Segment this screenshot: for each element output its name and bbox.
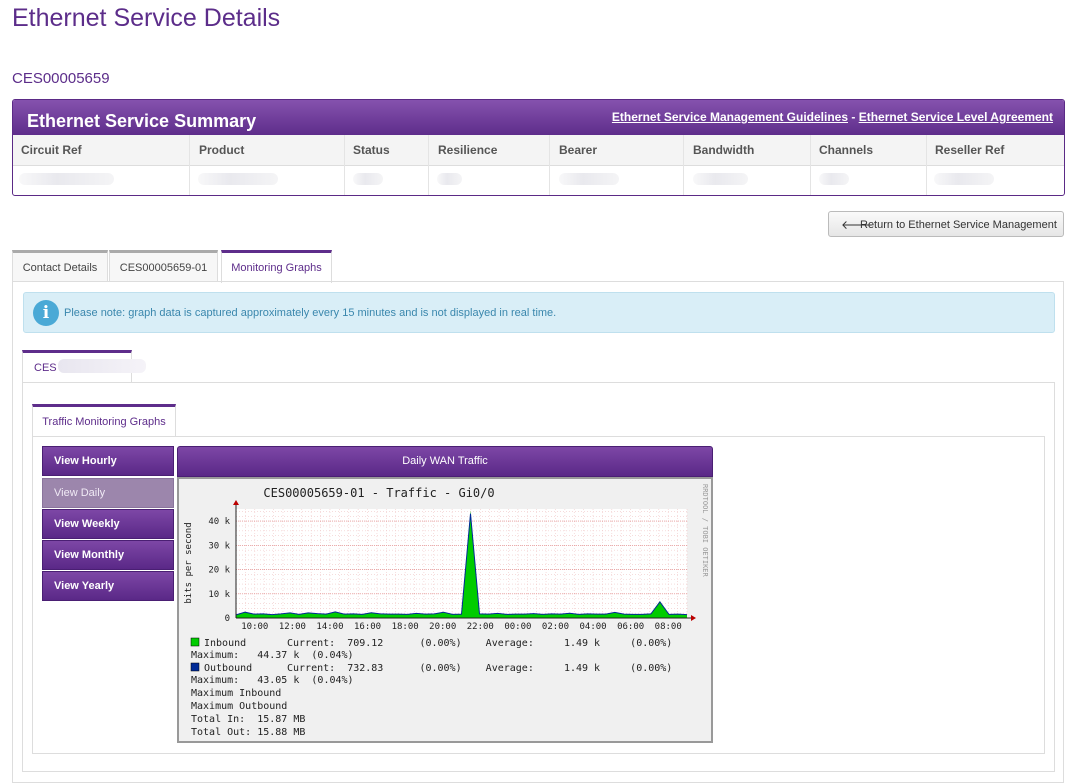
max-inbound-label: Maximum Inbound <box>191 688 281 699</box>
column-header: Channels <box>819 143 874 157</box>
column-header: Reseller Ref <box>935 143 1005 157</box>
outbound-max: Maximum: 43.05 k (0.04%) <box>191 675 354 686</box>
redacted-cell <box>819 173 849 185</box>
column-header: Circuit Ref <box>21 143 82 157</box>
sla-link[interactable]: Ethernet Service Level Agreement <box>859 110 1053 124</box>
tab-monitoring-graphs[interactable]: Monitoring Graphs <box>221 250 332 283</box>
redacted-cell <box>198 173 278 185</box>
outbound-stats: Current: 732.83 (0.00%) Average: 1.49 k … <box>287 663 672 674</box>
column-header: Bearer <box>559 143 598 157</box>
column-header: Status <box>353 143 390 157</box>
inbound-max: Maximum: 44.37 k (0.04%) <box>191 650 354 661</box>
redacted-cell <box>693 173 748 185</box>
graph-header: Daily WAN Traffic <box>177 446 713 477</box>
tab-label: CES00005659-01 <box>119 262 208 274</box>
redacted-label <box>58 359 146 373</box>
column-divider <box>926 135 927 195</box>
service-id: CES00005659 <box>12 70 110 87</box>
y-axis-arrow <box>233 500 239 505</box>
outbound-swatch <box>190 662 200 672</box>
menu-label: View Hourly <box>54 455 117 467</box>
rrdtool-credit: RRDTOOL / TOBI OETIKER <box>701 484 709 578</box>
x-tick-label: 14:00 <box>316 622 343 632</box>
max-outbound-label: Maximum Outbound <box>191 701 287 712</box>
x-axis-arrow <box>691 615 696 621</box>
tab-label: Monitoring Graphs <box>231 262 322 274</box>
notice-text: Please note: graph data is captured appr… <box>64 307 557 319</box>
info-icon: i <box>33 300 59 326</box>
chart-grid <box>235 509 688 618</box>
inbound-stats: Current: 709.12 (0.00%) Average: 1.49 k … <box>287 638 672 649</box>
y-tick-label: 40 k <box>208 517 230 527</box>
inbound-label: Inbound <box>204 638 246 649</box>
graph-header-label: Daily WAN Traffic <box>402 455 488 467</box>
x-tick-label: 00:00 <box>504 622 531 632</box>
column-header: Resilience <box>438 143 498 157</box>
x-tick-label: 04:00 <box>579 622 606 632</box>
x-tick-label: 20:00 <box>429 622 456 632</box>
redacted-cell <box>19 173 114 185</box>
tab-traffic-monitoring[interactable]: Traffic Monitoring Graphs <box>32 404 176 437</box>
summary-links: Ethernet Service Management Guidelines -… <box>612 110 1053 124</box>
redacted-cell <box>934 173 994 185</box>
y-tick-label: 30 k <box>208 541 230 551</box>
view-monthly-button[interactable]: View Monthly <box>42 540 174 570</box>
column-divider <box>344 135 345 195</box>
page-title: Ethernet Service Details <box>12 4 281 32</box>
redacted-cell <box>437 173 462 185</box>
column-divider <box>683 135 684 195</box>
tab-label: Contact Details <box>22 262 98 274</box>
traffic-chart: CES00005659-01 - Traffic - Gi0/0 RRDTOOL… <box>184 484 709 738</box>
y-tick-label: 10 k <box>208 590 230 600</box>
link-separator: - <box>851 110 856 124</box>
x-tick-label: 08:00 <box>655 622 682 632</box>
return-to-management-button[interactable]: 🡐 Return to Ethernet Service Management <box>828 211 1064 237</box>
tab-interface[interactable]: CES <box>22 350 146 383</box>
column-header: Product <box>199 143 245 157</box>
x-tick-label: 12:00 <box>279 622 306 632</box>
y-tick-label: 20 k <box>208 566 230 576</box>
tab-contact-details[interactable]: Contact Details <box>12 250 108 282</box>
x-tick-label: 02:00 <box>542 622 569 632</box>
total-out: Total Out: 15.88 MB <box>191 727 305 738</box>
menu-label: View Monthly <box>54 549 125 561</box>
guidelines-link[interactable]: Ethernet Service Management Guidelines <box>612 110 848 124</box>
column-header: Bandwidth <box>693 143 755 157</box>
tab-label: Traffic Monitoring Graphs <box>42 416 166 428</box>
return-button-label: Return to Ethernet Service Management <box>860 219 1057 231</box>
y-axis-label: bits per second <box>184 522 194 603</box>
tab-circuit[interactable]: CES00005659-01 <box>109 250 218 282</box>
y-tick-label: 0 <box>225 614 230 624</box>
column-divider <box>428 135 429 195</box>
tab-label: CES <box>34 362 57 374</box>
redacted-cell <box>353 173 383 185</box>
column-divider <box>810 135 811 195</box>
view-weekly-button[interactable]: View Weekly <box>42 509 174 539</box>
summary-title: Ethernet Service Summary <box>27 111 257 131</box>
summary-header: Ethernet Service Summary Ethernet Servic… <box>13 100 1064 135</box>
redacted-cell <box>559 173 619 185</box>
x-tick-label: 10:00 <box>241 622 268 632</box>
menu-label: View Yearly <box>54 580 115 592</box>
summary-column-headers: Circuit Ref Product Status Resilience Be… <box>13 135 1064 166</box>
view-yearly-button[interactable]: View Yearly <box>42 571 174 601</box>
view-hourly-button[interactable]: View Hourly <box>42 446 174 476</box>
chart-title: CES00005659-01 - Traffic - Gi0/0 <box>263 486 494 500</box>
x-tick-label: 16:00 <box>354 622 381 632</box>
x-tick-label: 22:00 <box>467 622 494 632</box>
column-divider <box>549 135 550 195</box>
menu-label: View Daily <box>54 487 106 499</box>
chart-legend: Inbound Current: 709.12 (0.00%) Average:… <box>190 637 672 738</box>
menu-label: View Weekly <box>54 518 120 530</box>
x-tick-label: 18:00 <box>392 622 419 632</box>
inbound-swatch <box>190 637 200 647</box>
outbound-label: Outbound <box>204 663 252 674</box>
total-in: Total In: 15.87 MB <box>191 714 305 725</box>
traffic-graph: CES00005659-01 - Traffic - Gi0/0 RRDTOOL… <box>177 477 713 743</box>
service-summary-panel: Ethernet Service Summary Ethernet Servic… <box>12 99 1065 196</box>
x-tick-label: 06:00 <box>617 622 644 632</box>
info-notice: i Please note: graph data is captured ap… <box>23 292 1055 333</box>
column-divider <box>189 135 190 195</box>
view-daily-button[interactable]: View Daily <box>42 478 174 508</box>
